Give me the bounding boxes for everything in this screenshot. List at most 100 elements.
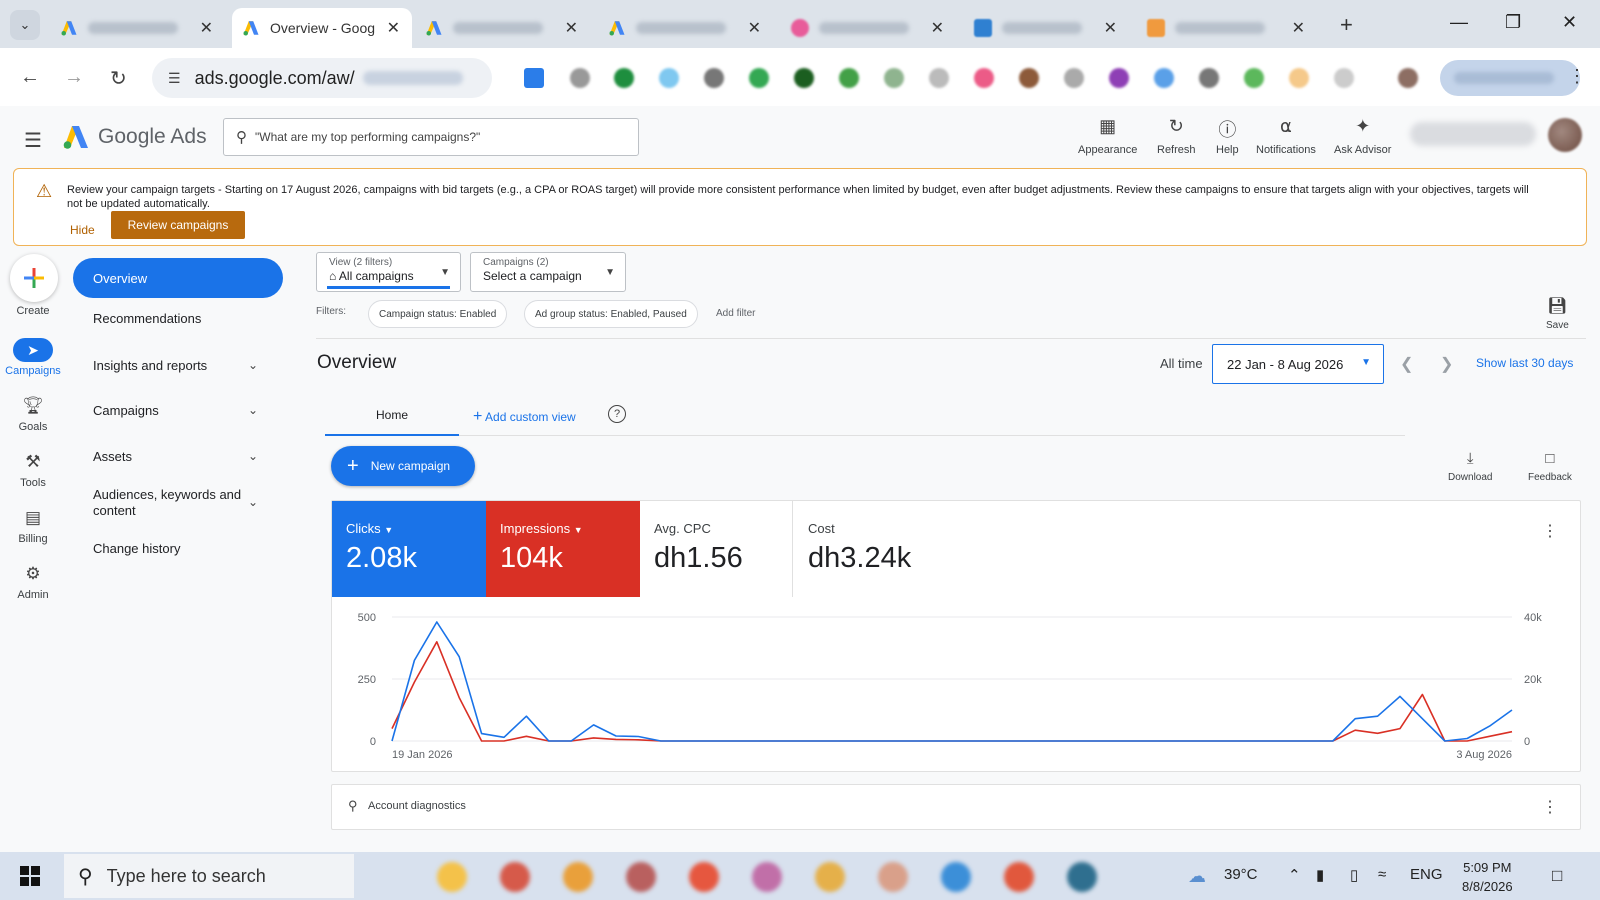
device-icon[interactable]: ▯ — [1350, 866, 1358, 884]
battery-icon[interactable]: ▮ — [1316, 866, 1324, 884]
chevron-down-icon[interactable]: ⌄ — [248, 403, 258, 417]
save-button[interactable]: 💾︎ Save — [1546, 296, 1569, 331]
nav-item-recommendations[interactable]: Recommendations — [93, 311, 263, 327]
metric-impressions[interactable]: Impressions ▼ 104k — [486, 501, 640, 597]
taskbar-app-icon[interactable] — [878, 862, 908, 892]
browser-tab[interactable]: ✕ — [50, 8, 225, 48]
new-campaign-button[interactable]: + New campaign — [331, 446, 475, 486]
taskbar-search[interactable]: ⚲ Type here to search — [64, 854, 354, 898]
extension-icon[interactable] — [884, 68, 904, 88]
extension-icon[interactable] — [614, 68, 634, 88]
date-range-picker[interactable]: 22 Jan - 8 Aug 2026 ▼ — [1212, 344, 1384, 384]
close-tab-icon[interactable]: ✕ — [1292, 18, 1305, 38]
add-filter-button[interactable]: Add filter — [716, 308, 755, 319]
browser-tab-active[interactable]: Overview - Goog ✕ — [232, 8, 412, 48]
rail-item-admin[interactable]: ⚙ Admin — [0, 562, 66, 601]
profile-chip[interactable] — [1440, 60, 1580, 96]
taskbar-app-icon[interactable] — [500, 862, 530, 892]
taskbar-app-icon[interactable] — [1067, 862, 1097, 892]
new-tab-icon[interactable]: + — [1340, 12, 1353, 38]
taskbar-app-icon[interactable] — [626, 862, 656, 892]
nav-item-audiences[interactable]: Audiences, keywords and content — [93, 487, 243, 519]
browser-tab[interactable]: ✕ — [781, 8, 956, 48]
extension-icon[interactable] — [659, 68, 679, 88]
extension-icon[interactable] — [1244, 68, 1264, 88]
refresh-button[interactable]: ↻ Refresh — [1157, 116, 1196, 156]
extension-icon[interactable] — [1109, 68, 1129, 88]
weather-icon[interactable]: ☁ — [1188, 866, 1206, 887]
reload-icon[interactable]: ↻ — [110, 66, 127, 91]
extension-icon[interactable] — [974, 68, 994, 88]
taskbar-app-icon[interactable] — [437, 862, 467, 892]
help-icon[interactable]: ? — [608, 405, 626, 423]
browser-tab[interactable]: ✕ — [598, 8, 773, 48]
browser-menu-icon[interactable]: ⋮ — [1568, 66, 1586, 87]
extension-icon[interactable] — [570, 68, 590, 88]
extension-icon[interactable] — [1154, 68, 1174, 88]
chevron-down-icon[interactable]: ⌄ — [248, 358, 258, 372]
filter-chip-campaign-status[interactable]: Campaign status: Enabled — [368, 300, 508, 328]
site-settings-icon[interactable]: ☰ — [168, 70, 181, 87]
chevron-down-icon[interactable]: ⌄ — [248, 495, 258, 509]
chevron-left-icon[interactable]: ❮ — [1400, 354, 1413, 374]
menu-icon[interactable]: ☰ — [24, 128, 42, 153]
chevron-up-icon[interactable]: ⌃ — [1288, 866, 1301, 884]
extension-icon[interactable] — [1019, 68, 1039, 88]
address-bar[interactable]: ☰ ads.google.com/aw/ — [152, 58, 492, 98]
taskbar-app-icon[interactable] — [1004, 862, 1034, 892]
metric-clicks[interactable]: Clicks ▼ 2.08k — [332, 501, 486, 597]
rail-item-billing[interactable]: ▤ Billing — [0, 506, 66, 545]
notification-center-icon[interactable]: □ — [1552, 866, 1562, 886]
add-custom-view-button[interactable]: + Add custom view — [473, 408, 576, 426]
hide-link[interactable]: Hide — [70, 223, 95, 237]
extension-icon[interactable] — [1199, 68, 1219, 88]
browser-tab[interactable]: ✕ — [964, 8, 1129, 48]
rail-create-label[interactable]: Create — [0, 302, 66, 317]
language-indicator[interactable]: ENG — [1410, 866, 1443, 883]
close-tab-icon[interactable]: ✕ — [931, 18, 944, 38]
forward-icon[interactable]: → — [64, 66, 84, 89]
account-diagnostics-card[interactable]: ⚲ Account diagnostics ⋮ — [331, 784, 1581, 830]
metric-avg-cpc[interactable]: Avg. CPC dh1.56 — [640, 501, 794, 597]
notifications-button[interactable]: ⍺ Notifications — [1256, 116, 1316, 156]
extension-icon[interactable] — [1289, 68, 1309, 88]
create-button[interactable] — [10, 254, 58, 302]
windows-start-icon[interactable] — [20, 866, 40, 886]
wifi-icon[interactable]: ≈ — [1378, 866, 1386, 883]
tab-search-icon[interactable]: ⌄ — [10, 10, 40, 40]
close-tab-icon[interactable]: ✕ — [1104, 18, 1117, 38]
tab-home[interactable]: Home — [325, 396, 459, 436]
nav-item-change-history[interactable]: Change history — [93, 541, 263, 557]
help-button[interactable]: ⓘ Help — [1216, 116, 1239, 156]
nav-item-insights[interactable]: Insights and reports — [93, 358, 263, 374]
extension-icon[interactable] — [929, 68, 949, 88]
browser-tab[interactable]: ✕ — [1137, 8, 1317, 48]
weather-temp[interactable]: 39°C — [1224, 866, 1258, 883]
lens-extension-icon[interactable] — [524, 68, 544, 88]
avatar[interactable] — [1548, 118, 1582, 152]
search-input[interactable] — [255, 130, 615, 144]
nav-item-campaigns[interactable]: Campaigns — [93, 403, 263, 419]
extension-icon[interactable] — [1064, 68, 1084, 88]
clock[interactable]: 5:09 PM 8/8/2026 — [1462, 858, 1513, 896]
filter-chip-ad-group-status[interactable]: Ad group status: Enabled, Paused — [524, 300, 698, 328]
appearance-button[interactable]: ▦ Appearance — [1078, 116, 1137, 156]
extension-icon[interactable] — [704, 68, 724, 88]
close-tab-icon[interactable]: ✕ — [748, 18, 761, 38]
chevron-right-icon[interactable]: ❯ — [1440, 354, 1453, 374]
restore-icon[interactable]: ❐ — [1505, 12, 1521, 33]
extension-icon[interactable] — [794, 68, 814, 88]
close-tab-icon[interactable]: ✕ — [387, 18, 400, 38]
nav-item-assets[interactable]: Assets — [93, 449, 263, 465]
minimize-icon[interactable]: — — [1450, 12, 1468, 33]
nav-item-overview[interactable]: Overview — [73, 258, 283, 298]
extension-icon[interactable] — [839, 68, 859, 88]
more-options-icon[interactable]: ⋮ — [1542, 797, 1558, 817]
view-dropdown[interactable]: View (2 filters) ⌂ All campaigns ▼ — [316, 252, 461, 292]
close-window-icon[interactable]: ✕ — [1562, 12, 1577, 33]
google-ads-logo[interactable]: Google Ads — [62, 124, 207, 150]
taskbar-app-icon[interactable] — [752, 862, 782, 892]
campaigns-dropdown[interactable]: Campaigns (2) Select a campaign ▼ — [470, 252, 626, 292]
rail-item-goals[interactable]: 🏆︎ Goals — [0, 394, 66, 433]
metric-cost[interactable]: Cost dh3.24k — [794, 501, 948, 597]
